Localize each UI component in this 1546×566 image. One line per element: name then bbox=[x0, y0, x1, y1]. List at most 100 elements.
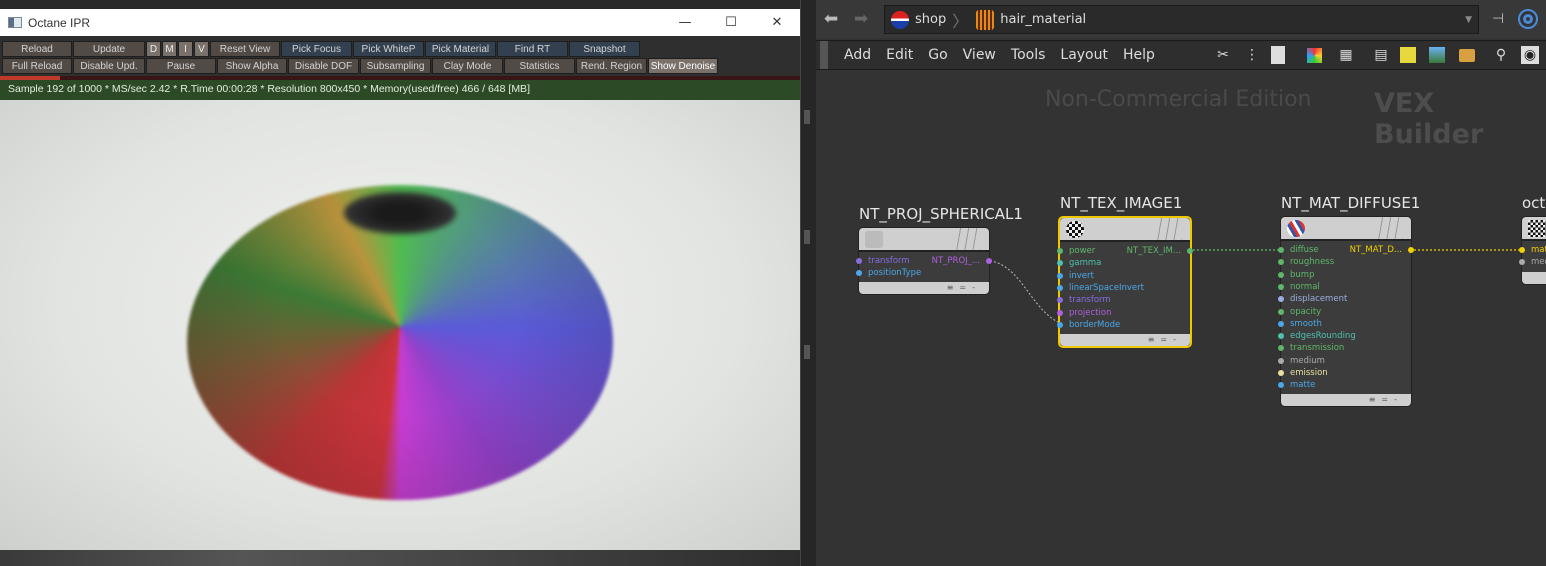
input-port[interactable]: diffuse bbox=[1278, 244, 1319, 256]
port-label: roughness bbox=[1290, 257, 1335, 268]
input-port[interactable]: power bbox=[1057, 245, 1095, 257]
network-editor: ⬅ ➡ shop 〉 hair_material ▼ ⊣ Add Edit Go… bbox=[816, 0, 1546, 566]
node-header bbox=[1522, 217, 1546, 241]
input-port[interactable]: emission bbox=[1278, 367, 1328, 379]
divider-grip bbox=[804, 110, 810, 124]
port-dot bbox=[1278, 345, 1284, 352]
port-label: edgesRounding bbox=[1290, 331, 1356, 342]
port-dot bbox=[1408, 247, 1414, 253]
port-dot bbox=[1278, 271, 1284, 278]
node-header bbox=[1281, 217, 1411, 241]
port-dot bbox=[986, 258, 992, 264]
input-port[interactable]: edgesRounding bbox=[1278, 330, 1356, 342]
node-label: NT_MAT_DIFFUSE1 bbox=[1281, 194, 1421, 212]
input-port[interactable]: matte bbox=[1278, 379, 1315, 391]
port-label: linearSpaceInvert bbox=[1069, 282, 1144, 293]
port-label: diffuse bbox=[1290, 245, 1319, 255]
port-dot bbox=[1187, 248, 1193, 254]
port-label: medium bbox=[1290, 355, 1325, 366]
input-port[interactable]: opacity bbox=[1278, 306, 1321, 318]
find-rt-button[interactable]: Find RT bbox=[497, 41, 568, 57]
node-flags[interactable] bbox=[1154, 218, 1182, 240]
input-port[interactable]: invert bbox=[1057, 270, 1094, 282]
full-reload-button[interactable]: Full Reload bbox=[2, 58, 72, 74]
reset-view-button[interactable]: Reset View bbox=[210, 41, 280, 57]
render-viewport[interactable] bbox=[0, 100, 800, 550]
update-button[interactable]: Update bbox=[73, 41, 145, 57]
snapshot-button[interactable]: Snapshot bbox=[569, 41, 640, 57]
port-dot bbox=[1278, 296, 1284, 303]
pane-divider[interactable] bbox=[800, 0, 816, 566]
divider-grip bbox=[804, 345, 810, 359]
pick-focus-button[interactable]: Pick Focus bbox=[281, 41, 352, 57]
output-port[interactable]: NT_PROJ_... bbox=[932, 255, 992, 267]
node-mat-diffuse[interactable]: NT_MAT_D... ≡=- diffuse roughness bump norm… bbox=[1278, 216, 1414, 407]
port-dot bbox=[1278, 370, 1284, 376]
port-dot bbox=[1278, 357, 1284, 364]
app-icon bbox=[8, 17, 22, 28]
port-dot bbox=[1057, 284, 1063, 291]
port-dot bbox=[1057, 309, 1063, 316]
pause-button[interactable]: Pause bbox=[146, 58, 216, 74]
port-label: NT_PROJ_... bbox=[931, 256, 980, 266]
port-label: transform bbox=[868, 256, 910, 266]
node-header bbox=[1060, 218, 1190, 242]
window-title: Octane IPR bbox=[28, 15, 91, 30]
maximize-button[interactable]: ☐ bbox=[708, 9, 754, 36]
input-port[interactable]: transform bbox=[856, 255, 910, 267]
show-denoise-button[interactable]: Show Denoise bbox=[648, 58, 718, 74]
i-button[interactable]: I bbox=[178, 41, 193, 57]
input-port[interactable]: mat bbox=[1519, 244, 1546, 256]
input-port[interactable]: projection bbox=[1057, 307, 1111, 319]
input-port[interactable]: normal bbox=[1278, 281, 1320, 293]
port-label: smooth bbox=[1290, 318, 1322, 329]
pick-material-button[interactable]: Pick Material bbox=[425, 41, 496, 57]
input-port[interactable]: roughness bbox=[1278, 256, 1334, 268]
input-port[interactable]: transform bbox=[1057, 294, 1111, 306]
disable-dof-button[interactable]: Disable DOF bbox=[288, 58, 359, 74]
disable-update-button[interactable]: Disable Upd. bbox=[73, 58, 145, 74]
checkered-flag-icon bbox=[1528, 220, 1546, 237]
subsampling-button[interactable]: Subsampling bbox=[360, 58, 431, 74]
input-port[interactable]: bump bbox=[1278, 269, 1314, 281]
node-tex-image[interactable]: NT_TEX_IM... ≡=- power gamma invert linearS… bbox=[1057, 216, 1193, 348]
input-port[interactable]: positionType bbox=[856, 267, 921, 279]
input-port[interactable]: linearSpaceInvert bbox=[1057, 282, 1144, 294]
port-label: transmission bbox=[1290, 343, 1345, 354]
v-button[interactable]: V bbox=[194, 41, 209, 57]
top-strip bbox=[0, 0, 800, 9]
output-port[interactable]: NT_TEX_IM... bbox=[1127, 245, 1193, 257]
show-alpha-button[interactable]: Show Alpha bbox=[217, 58, 287, 74]
port-dot bbox=[1278, 320, 1284, 327]
input-port[interactable]: borderMode bbox=[1057, 319, 1120, 331]
input-port[interactable]: medium bbox=[1278, 355, 1325, 367]
reload-button[interactable]: Reload bbox=[2, 41, 72, 57]
node-footer: ≡=- bbox=[1060, 334, 1190, 346]
node-flags[interactable] bbox=[1375, 217, 1403, 239]
statistics-button[interactable]: Statistics bbox=[504, 58, 575, 74]
input-port[interactable]: transmission bbox=[1278, 342, 1344, 354]
node-proj-spherical[interactable]: transform positionType NT_PROJ_... ≡=- bbox=[856, 227, 992, 295]
port-label: matte bbox=[1290, 380, 1316, 391]
port-dot bbox=[1278, 283, 1284, 290]
pick-whitep-button[interactable]: Pick WhiteP bbox=[353, 41, 424, 57]
port-dot bbox=[1057, 321, 1063, 328]
output-port[interactable]: NT_MAT_D... bbox=[1350, 244, 1414, 256]
port-label: borderMode bbox=[1069, 319, 1121, 330]
node-octane-output[interactable]: mat med bbox=[1519, 216, 1546, 285]
m-button[interactable]: M bbox=[162, 41, 177, 57]
input-port[interactable]: displacement bbox=[1278, 293, 1347, 305]
input-port[interactable]: smooth bbox=[1278, 318, 1322, 330]
port-label: opacity bbox=[1290, 306, 1322, 317]
input-port[interactable]: gamma bbox=[1057, 257, 1101, 269]
d-button[interactable]: D bbox=[146, 41, 161, 57]
minimize-button[interactable]: — bbox=[662, 9, 708, 36]
node-footer: ≡=- bbox=[859, 282, 989, 294]
port-dot bbox=[1057, 260, 1063, 267]
render-region-button[interactable]: Rend. Region bbox=[576, 58, 647, 74]
input-port[interactable]: med bbox=[1519, 256, 1546, 268]
port-label: projection bbox=[1069, 307, 1112, 318]
clay-mode-button[interactable]: Clay Mode bbox=[432, 58, 503, 74]
node-flags[interactable] bbox=[953, 228, 981, 250]
close-button[interactable]: ✕ bbox=[754, 9, 800, 36]
